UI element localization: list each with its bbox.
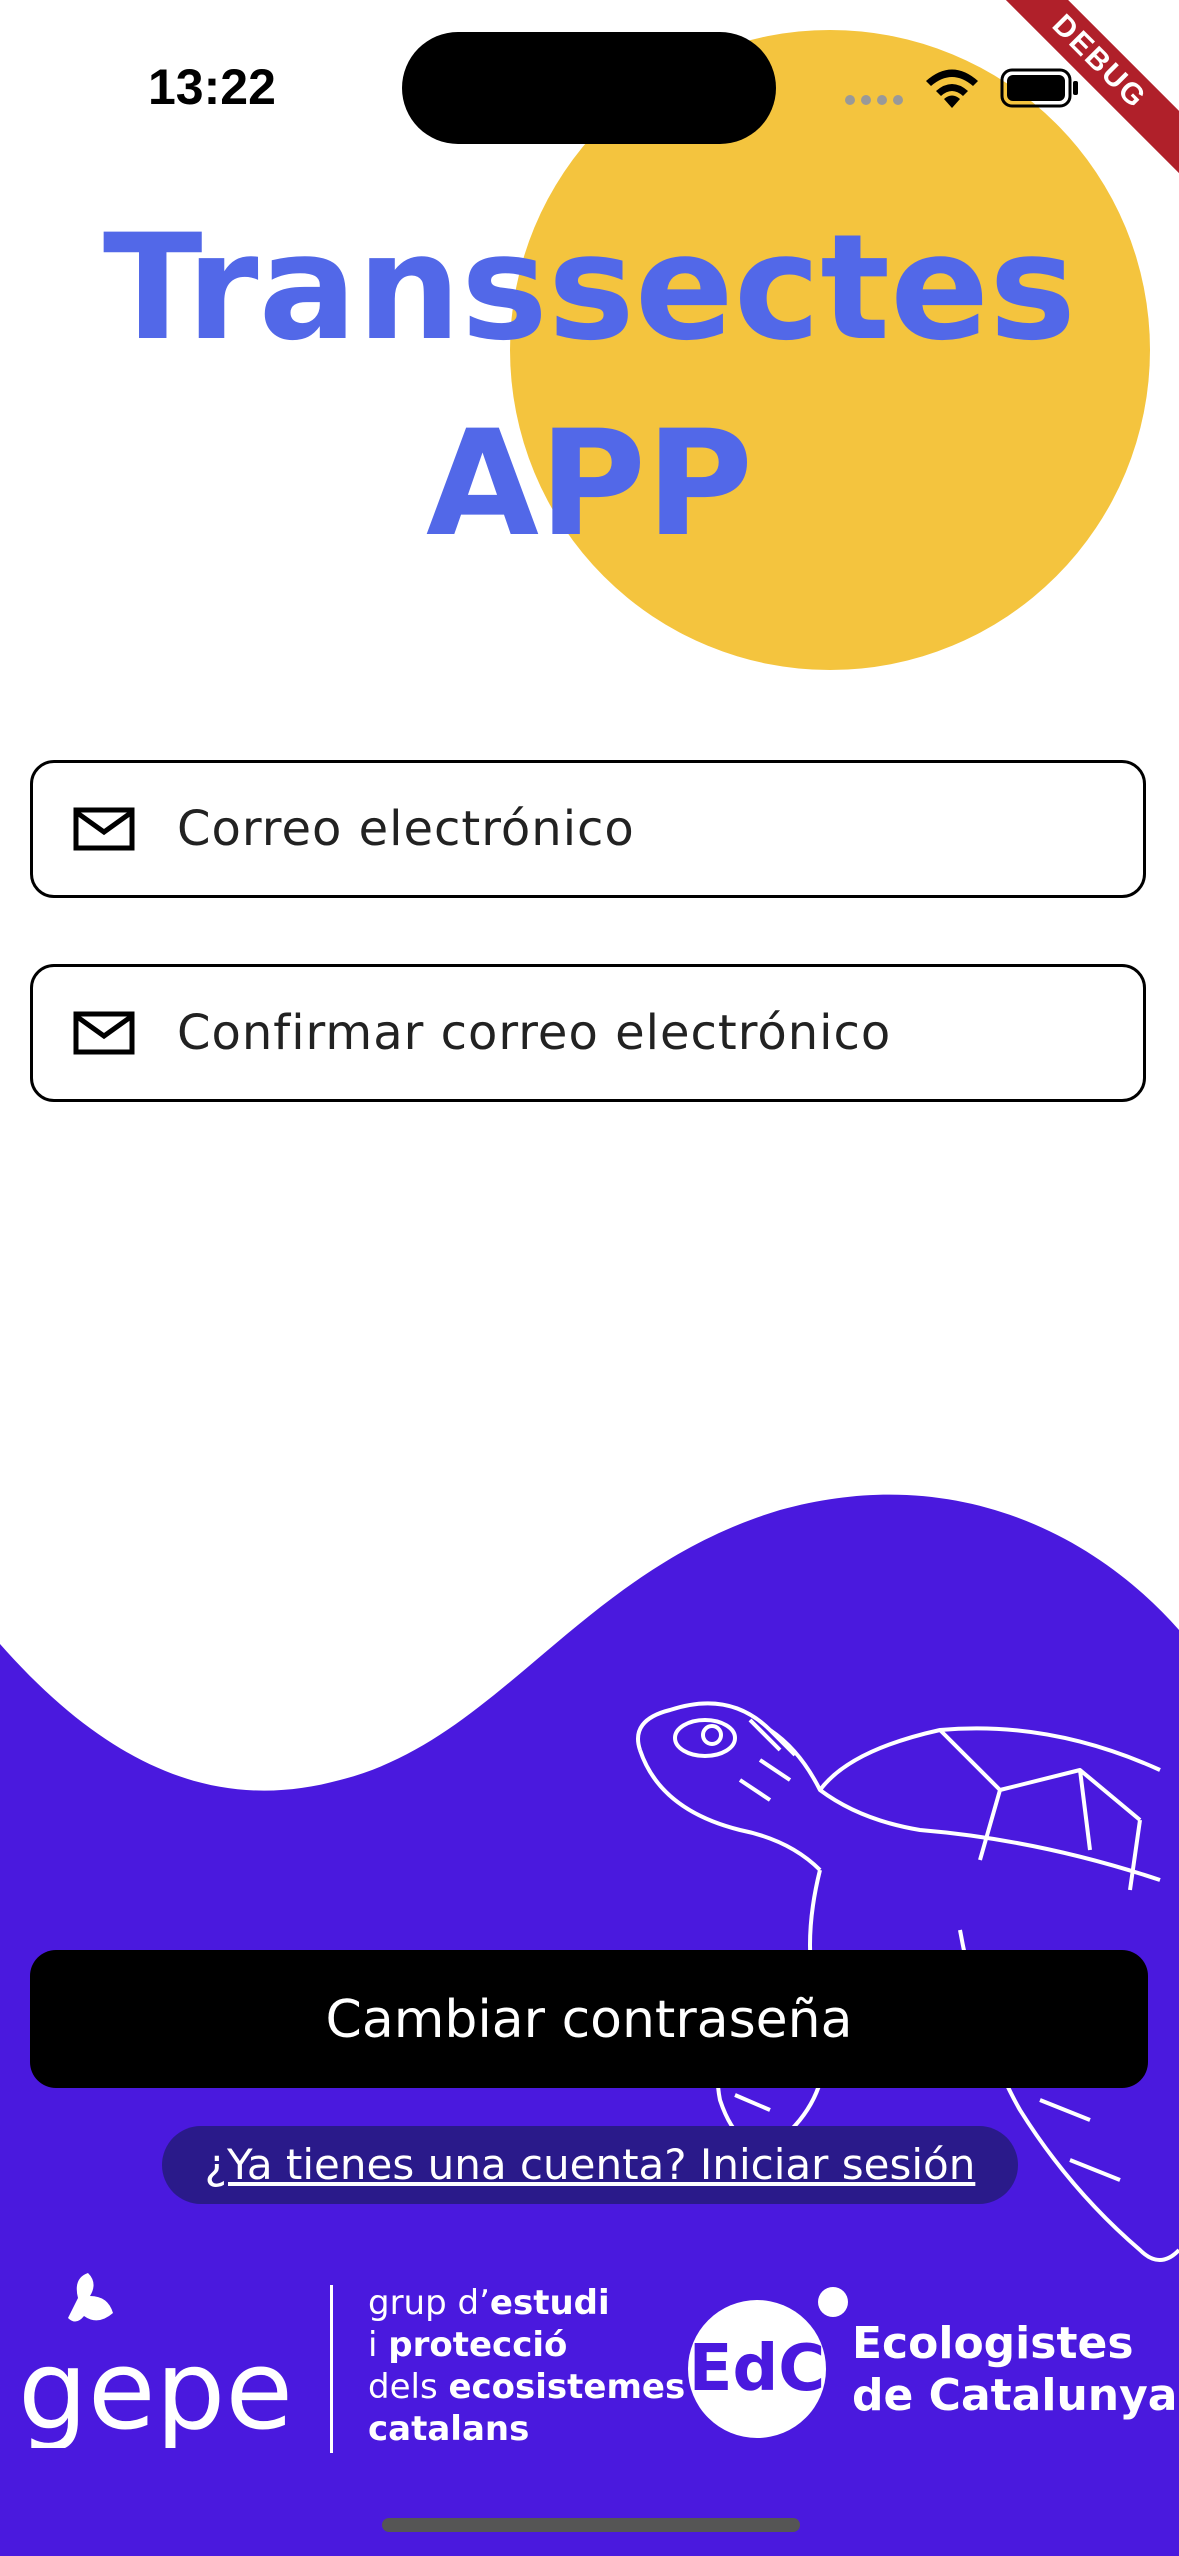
login-link[interactable]: ¿Ya tienes una cuenta? Iniciar sesión [162,2126,1018,2204]
battery-icon [1000,68,1078,108]
gepec-logo: gepec [18,2273,298,2448]
confirm-email-input[interactable] [175,1004,1143,1062]
svg-text:gepec: gepec [18,2326,298,2448]
edc-logo-badge: EdC [688,2300,826,2438]
home-indicator [382,2518,800,2532]
email-field[interactable] [30,760,1146,898]
signal-icon [845,95,903,105]
dynamic-island [402,32,776,144]
gepec-tagline: grup d’estudi i protecció dels ecosistem… [368,2283,686,2449]
mail-icon [73,807,135,851]
app-title-line2: APP [425,399,753,569]
edc-logo-text: Ecologistes de Catalunya [852,2318,1178,2421]
mail-icon [73,1011,135,1055]
confirm-email-field[interactable] [30,964,1146,1102]
change-password-screen: 13:22 DEBUG Transsectes APP Correo elect… [0,0,1179,2556]
edc-logo-dot [818,2287,848,2317]
wifi-icon [926,69,978,108]
app-title-line1: Transsectes [102,203,1077,373]
app-title: Transsectes APP [0,190,1179,582]
logo-divider [330,2285,333,2453]
status-time: 13:22 [148,59,276,115]
change-password-button[interactable]: Cambiar contraseña [30,1950,1148,2088]
email-input[interactable] [175,800,1143,858]
